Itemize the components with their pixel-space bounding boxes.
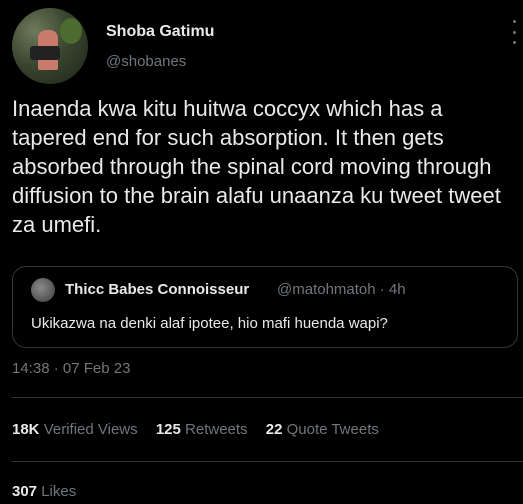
quotes-stat[interactable]: 22 Quote Tweets [266,421,379,438]
tweet-text: Inaenda kwa kitu huitwa coccyx which has… [12,96,501,237]
quotes-count: 22 [265,421,283,438]
quoted-avatar[interactable] [31,278,55,302]
views-count: 18K [12,421,40,438]
author-avatar[interactable] [12,8,88,84]
author-name[interactable]: Shoba Gatimu [106,23,214,41]
quotes-label: Quote Tweets [286,421,379,438]
divider [12,461,523,462]
divider [12,397,523,398]
quoted-text: Ukikazwa na denki alaf ipotee, hio mafi … [31,315,388,332]
likes-stat[interactable]: 307 Likes [12,483,76,500]
retweets-stat[interactable]: 125 Retweets [156,421,248,438]
views-label: Verified Views [43,421,138,438]
avatar-foliage [60,18,82,44]
quoted-handle-time: @matohmatoh · 4h [277,281,406,298]
quoted-author-name: Thicc Babes Connoisseur [65,281,250,298]
likes-count: 307 [12,483,38,500]
retweets-label: Retweets [185,421,248,438]
retweets-count: 125 [155,421,181,438]
views-stat[interactable]: 18K Verified Views [12,421,138,438]
likes-label: Likes [41,483,77,500]
tweet-timestamp[interactable]: 14:38 · 07 Feb 23 [12,360,130,377]
engagement-stats: 18K Verified Views 125 Retweets 22 Quote… [12,421,393,438]
avatar-camera [30,46,60,60]
author-handle[interactable]: @shobanes [106,53,186,70]
more-options-icon[interactable] [511,20,517,44]
quoted-tweet[interactable]: Thicc Babes Connoisseur @matohmatoh · 4h… [12,266,518,348]
